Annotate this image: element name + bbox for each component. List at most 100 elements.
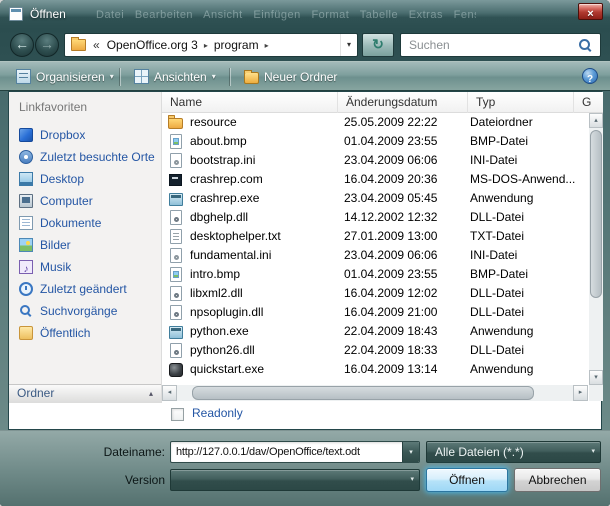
titlebar[interactable]: Öffnen Datei Bearbeiten Ansicht Einfügen…	[0, 0, 610, 29]
file-row[interactable]: resource25.05.2009 22:22Dateiordner	[162, 113, 588, 132]
sidebar-item-desktop[interactable]: Desktop	[9, 168, 161, 190]
file-row[interactable]: crashrep.com16.04.2009 20:36MS-DOS-Anwen…	[162, 170, 588, 189]
file-modified-date: 14.12.2002 12:32	[344, 208, 466, 227]
file-row[interactable]: quickstart.exe16.04.2009 13:14Anwendung	[162, 360, 588, 379]
refresh-button[interactable]: ↻	[362, 33, 394, 57]
address-dropdown-arrow[interactable]: ▾	[340, 34, 357, 56]
views-button[interactable]: Ansichten ▾	[126, 66, 224, 87]
folders-bar[interactable]: Ordner ▴	[9, 384, 161, 403]
sidebar-item-public[interactable]: Öffentlich	[9, 322, 161, 344]
column-header-name[interactable]: Name	[162, 92, 338, 113]
file-name: resource	[190, 113, 336, 132]
readonly-label[interactable]: Readonly	[192, 406, 243, 420]
forward-button[interactable]: →	[35, 33, 59, 57]
filename-value[interactable]: http://127.0.0.1/dav/OpenOffice/text.odt	[176, 442, 398, 462]
breadcrumb-separator-icon[interactable]: ▸	[263, 41, 271, 50]
list-column-headers: NameÄnderungsdatumTypG	[162, 92, 603, 113]
toolbar: Organisieren ▾ Ansichten ▾ Neuer Ordner …	[0, 61, 610, 91]
file-row[interactable]: crashrep.exe23.04.2009 05:45Anwendung	[162, 189, 588, 208]
help-button[interactable]: ?	[582, 68, 598, 84]
column-header-date[interactable]: Änderungsdatum	[338, 92, 468, 113]
scroll-left-button[interactable]: ◂	[162, 385, 177, 401]
sidebar-item-pictures[interactable]: Bilder	[9, 234, 161, 256]
sidebar-item-recent-places[interactable]: Zuletzt besuchte Orte	[9, 146, 161, 168]
breadcrumb-item-program[interactable]: program	[210, 38, 263, 52]
chevron-down-icon: ▾	[591, 442, 595, 462]
readonly-checkbox[interactable]	[171, 408, 184, 421]
file-name: dbghelp.dll	[190, 208, 336, 227]
app-icon	[169, 326, 183, 339]
file-type: Anwendung	[470, 189, 586, 208]
chevron-down-icon: ▾	[409, 448, 413, 456]
file-row[interactable]: desktophelper.txt27.01.2009 13:00TXT-Dat…	[162, 227, 588, 246]
column-header-type[interactable]: Typ	[468, 92, 574, 113]
version-combobox[interactable]: ▾	[170, 469, 420, 491]
sidebar-item-label: Bilder	[40, 238, 71, 252]
filename-label: Dateiname:	[55, 445, 165, 459]
file-row[interactable]: dbghelp.dll14.12.2002 12:32DLL-Datei	[162, 208, 588, 227]
filename-dropdown-button[interactable]: ▾	[402, 442, 419, 462]
file-modified-date: 16.04.2009 21:00	[344, 303, 466, 322]
file-type: INI-Datei	[470, 246, 586, 265]
back-button[interactable]: ←	[10, 33, 34, 57]
organize-button[interactable]: Organisieren ▾	[8, 66, 122, 87]
vertical-scrollbar[interactable]: ▴ ▾	[589, 113, 603, 385]
filetype-combobox[interactable]: Alle Dateien (*.*) ▾	[426, 441, 601, 463]
file-row[interactable]: bootstrap.ini23.04.2009 06:06INI-Datei	[162, 151, 588, 170]
column-header-size[interactable]: G	[574, 92, 603, 113]
file-type: MS-DOS-Anwend...	[470, 170, 586, 189]
filetype-value: Alle Dateien (*.*)	[435, 442, 524, 462]
file-row[interactable]: about.bmp01.04.2009 23:55BMP-Datei	[162, 132, 588, 151]
file-row[interactable]: python.exe22.04.2009 18:43Anwendung	[162, 322, 588, 341]
refresh-icon: ↻	[372, 36, 384, 52]
sidebar: Linkfavoriten DropboxZuletzt besuchte Or…	[9, 92, 161, 403]
sidebar-item-computer[interactable]: Computer	[9, 190, 161, 212]
file-modified-date: 16.04.2009 13:14	[344, 360, 466, 379]
chevron-down-icon: ▾	[212, 72, 216, 81]
file-row[interactable]: fundamental.ini23.04.2009 06:06INI-Datei	[162, 246, 588, 265]
file-name: fundamental.ini	[190, 246, 336, 265]
search-box[interactable]: Suchen	[400, 33, 601, 57]
sidebar-item-label: Suchvorgänge	[40, 304, 117, 318]
scroll-down-button[interactable]: ▾	[589, 370, 603, 385]
search-placeholder: Suchen	[409, 38, 450, 52]
filename-combobox[interactable]: http://127.0.0.1/dav/OpenOffice/text.odt…	[170, 441, 420, 463]
sidebar-item-dropbox[interactable]: Dropbox	[9, 124, 161, 146]
file-row[interactable]: npsoplugin.dll16.04.2009 21:00DLL-Datei	[162, 303, 588, 322]
new-folder-label: Neuer Ordner	[264, 70, 337, 84]
sidebar-item-recent-changed[interactable]: Zuletzt geändert	[9, 278, 161, 300]
documents-icon	[19, 216, 33, 230]
breadcrumb-separator-icon[interactable]: ▸	[202, 41, 210, 50]
breadcrumb-item-openoffice[interactable]: OpenOffice.org 3	[103, 38, 202, 52]
sidebar-item-label: Musik	[40, 260, 71, 274]
pictures-icon	[19, 238, 33, 252]
address-breadcrumb-bar[interactable]: « OpenOffice.org 3 ▸ program ▸ ▾	[64, 33, 358, 57]
vertical-scrollbar-thumb[interactable]	[590, 130, 602, 298]
sidebar-item-music[interactable]: Musik	[9, 256, 161, 278]
scroll-right-button[interactable]: ▸	[573, 385, 588, 401]
computer-icon	[19, 194, 33, 208]
file-row[interactable]: python26.dll22.04.2009 18:33DLL-Datei	[162, 341, 588, 360]
file-name: about.bmp	[190, 132, 336, 151]
file-row[interactable]: intro.bmp01.04.2009 23:55BMP-Datei	[162, 265, 588, 284]
navigation-bar: ← → « OpenOffice.org 3 ▸ program ▸ ▾ ↻ S…	[0, 29, 610, 61]
window-title: Öffnen	[30, 7, 66, 21]
scroll-up-button[interactable]: ▴	[589, 113, 603, 128]
file-row[interactable]: libxml2.dll16.04.2009 12:02DLL-Datei	[162, 284, 588, 303]
folder-icon	[168, 115, 184, 130]
close-button[interactable]: ×	[578, 3, 603, 20]
horizontal-scrollbar[interactable]: ◂ ▸	[162, 385, 588, 401]
file-modified-date: 23.04.2009 05:45	[344, 189, 466, 208]
sidebar-item-label: Zuletzt geändert	[40, 282, 127, 296]
cancel-button[interactable]: Abbrechen	[514, 468, 601, 492]
sidebar-header: Linkfavoriten	[19, 100, 87, 114]
open-button[interactable]: Öffnen	[426, 468, 508, 492]
breadcrumb-overflow-chevron[interactable]: «	[90, 38, 103, 52]
scroll-right-icon: ▸	[579, 389, 583, 396]
sidebar-item-searches[interactable]: Suchvorgänge	[9, 300, 161, 322]
file-type: BMP-Datei	[470, 265, 586, 284]
sidebar-item-documents[interactable]: Dokumente	[9, 212, 161, 234]
horizontal-scrollbar-thumb[interactable]	[192, 386, 534, 400]
sidebar-item-label: Dokumente	[40, 216, 101, 230]
new-folder-button[interactable]: Neuer Ordner	[236, 66, 345, 87]
